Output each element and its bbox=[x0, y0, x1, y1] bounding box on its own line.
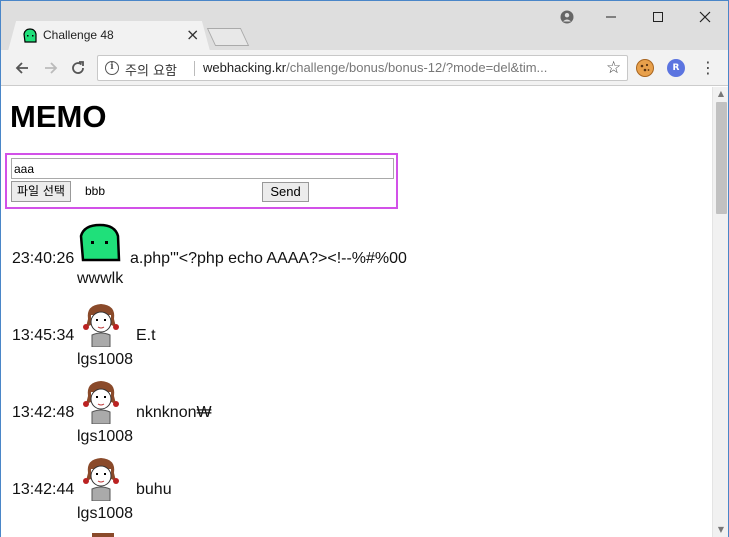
reload-button[interactable] bbox=[66, 56, 90, 80]
green-blob-favicon-icon bbox=[23, 28, 37, 43]
cookie-extension-icon[interactable] bbox=[636, 59, 654, 77]
kebab-menu-icon[interactable]: ⋮ bbox=[700, 58, 716, 78]
girl-avatar-icon bbox=[83, 304, 119, 347]
memo-message: E.t bbox=[136, 327, 156, 344]
scroll-down-icon[interactable]: ▼ bbox=[713, 523, 729, 537]
memo-time: 23:40:26 bbox=[12, 250, 75, 267]
girl-avatar-icon bbox=[83, 381, 119, 424]
back-button[interactable] bbox=[10, 56, 34, 80]
memo-user: lgs1008 bbox=[77, 428, 134, 445]
maximize-icon[interactable] bbox=[648, 7, 668, 27]
memo-message: a.php'"<?php echo AAAA?><!--%#%00 bbox=[130, 250, 407, 267]
memo-time: 13:42:48 bbox=[12, 404, 75, 421]
memo-entry: 13:45:34 E.t lgs1008 bbox=[0, 301, 700, 377]
memo-entry: 13:42:44 buhu lgs1008 bbox=[0, 455, 700, 531]
memo-time: 13:45:34 bbox=[12, 327, 75, 344]
selected-file-name: bbb bbox=[85, 184, 106, 198]
scroll-thumb[interactable] bbox=[716, 102, 727, 214]
profile-icon[interactable] bbox=[557, 7, 577, 27]
vertical-scrollbar[interactable]: ▲ ▼ bbox=[712, 87, 729, 537]
minimize-icon[interactable] bbox=[601, 7, 621, 27]
close-window-icon[interactable] bbox=[695, 7, 715, 27]
memo-message: buhu bbox=[136, 481, 172, 498]
memo-time: 13:42:44 bbox=[12, 481, 75, 498]
tab-close-icon[interactable]: × bbox=[186, 26, 199, 44]
browser-toolbar: i 주의 요함 webhacking.kr/challenge/bonus/bo… bbox=[0, 50, 729, 86]
info-icon[interactable]: i bbox=[105, 61, 119, 75]
memo-entry: 23:40:26 a.php'"<?php echo AAAA?><!--%#%… bbox=[0, 222, 700, 298]
memo-message: nknknon₩ bbox=[136, 404, 212, 421]
tab-strip: Challenge 48 × bbox=[0, 0, 729, 51]
star-icon[interactable]: ☆ bbox=[606, 58, 621, 78]
tab-challenge-48[interactable]: Challenge 48 × bbox=[8, 21, 210, 51]
memo-user: lgs1008 bbox=[77, 351, 134, 368]
next-entry-avatar-partial bbox=[92, 533, 114, 537]
girl-avatar-icon bbox=[83, 458, 119, 501]
extension-r-icon[interactable]: R bbox=[667, 59, 685, 77]
memo-entry: 13:42:48 nknknon₩ lgs1008 bbox=[0, 378, 700, 454]
security-label: 주의 요함 bbox=[125, 64, 177, 79]
url-text[interactable]: webhacking.kr/challenge/bonus/bonus-12/?… bbox=[203, 60, 598, 75]
new-tab-button[interactable] bbox=[206, 28, 250, 46]
green-blob-avatar-icon bbox=[79, 223, 121, 262]
file-select-button[interactable]: 파일 선택 bbox=[11, 181, 71, 202]
address-bar[interactable]: i 주의 요함 webhacking.kr/challenge/bonus/bo… bbox=[97, 55, 628, 81]
url-path: /challenge/bonus/bonus-12/?mode=del&tim.… bbox=[286, 60, 548, 75]
omnibox-divider bbox=[194, 61, 195, 76]
page-viewport: MEMO 파일 선택 bbb Send 23:40:26 a.php'"<?ph… bbox=[0, 87, 712, 537]
scroll-up-icon[interactable]: ▲ bbox=[713, 87, 729, 101]
tab-title: Challenge 48 bbox=[43, 28, 114, 42]
memo-form: 파일 선택 bbb Send bbox=[5, 153, 398, 209]
arrow-left-icon bbox=[15, 62, 28, 74]
memo-input[interactable] bbox=[11, 158, 394, 179]
arrow-right-icon bbox=[45, 62, 58, 74]
memo-user: lgs1008 bbox=[77, 505, 134, 522]
forward-button[interactable] bbox=[39, 56, 63, 80]
send-button[interactable]: Send bbox=[262, 182, 309, 202]
memo-user: wwwlk bbox=[77, 270, 124, 287]
url-host: webhacking.kr bbox=[203, 60, 287, 75]
page-title: MEMO bbox=[10, 99, 107, 134]
reload-icon bbox=[72, 61, 84, 74]
